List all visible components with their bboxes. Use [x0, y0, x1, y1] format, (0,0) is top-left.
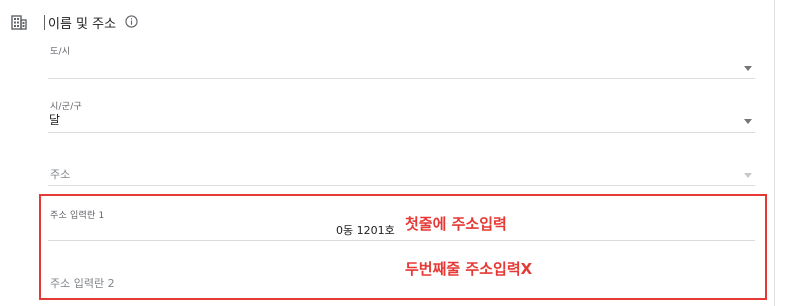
- address-line1-label: 주소 입력란 1: [50, 211, 105, 221]
- section-title: 이름 및 주소: [44, 13, 116, 32]
- province-label: 도/시: [50, 47, 71, 57]
- address-line1-value: 0동 1201호: [336, 224, 395, 237]
- chevron-down-icon[interactable]: [744, 119, 752, 124]
- annotation-first-line: 첫줄에 주소입력: [405, 215, 507, 233]
- address-underline: [48, 185, 755, 186]
- annotation-second-line: 두번째줄 주소입력X: [405, 260, 533, 278]
- address-line2-placeholder: 주소 입력란 2: [50, 277, 115, 290]
- section-title-text: 이름 및 주소: [48, 17, 117, 32]
- info-icon[interactable]: [125, 15, 138, 28]
- highlight-box: [39, 194, 767, 300]
- building-icon: [11, 15, 27, 30]
- chevron-down-icon[interactable]: [744, 173, 752, 178]
- address-line1-underline: [48, 240, 755, 241]
- province-underline: [48, 78, 755, 79]
- text-cursor: [44, 15, 45, 30]
- address-placeholder: 주소: [50, 168, 71, 181]
- city-value: 달: [49, 113, 61, 127]
- chevron-down-icon[interactable]: [744, 66, 752, 71]
- city-underline: [48, 132, 755, 133]
- address-form-page: 이름 및 주소 도/시 시/군/구 달 주소 주소 입력란 1 0동 1201호…: [0, 0, 800, 306]
- panel-divider: [774, 0, 775, 306]
